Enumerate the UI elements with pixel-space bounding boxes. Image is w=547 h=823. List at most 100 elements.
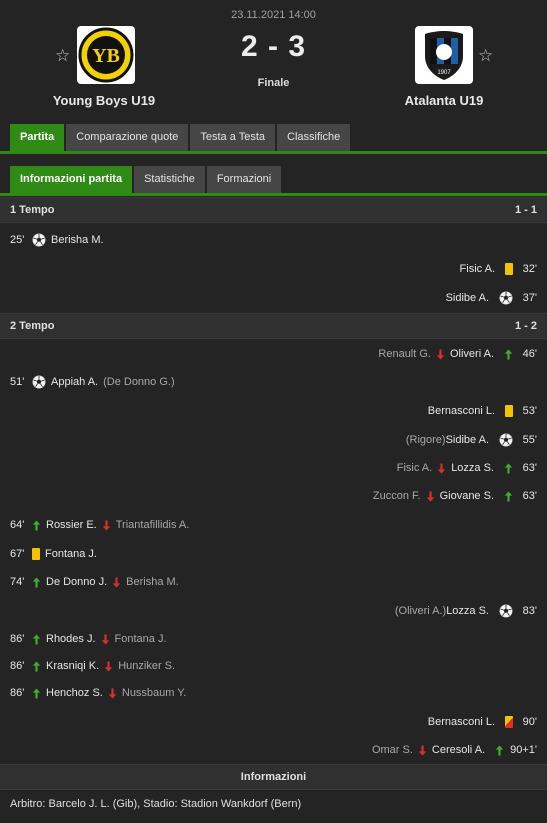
sub-in-arrow-up-icon (495, 745, 504, 755)
event-row: Fisic A. 32' (0, 259, 547, 279)
event-minute: 90+1' (510, 744, 537, 756)
period-score: 1 - 1 (514, 204, 537, 216)
sub-out-arrow-down-icon (437, 463, 446, 473)
event-content: (Oliveri A.) Lozza S. 83' (395, 601, 537, 621)
sub-out-arrow-down-icon (426, 491, 434, 501)
event-player-out[interactable]: Hunziker S. (118, 656, 175, 676)
event-player[interactable]: Sidibe A. (446, 288, 489, 308)
event-content: 64' Rossier E. Triantafillidis A. (10, 515, 189, 535)
event-player[interactable]: Rhodes J. (46, 629, 96, 649)
event-minute: 90' (522, 716, 537, 728)
period-label: 1 Tempo (10, 204, 55, 216)
event-player[interactable]: Rossier E. (46, 515, 97, 535)
sub-out-arrow-down-icon (101, 634, 109, 644)
sub-in-arrow-up-icon (32, 661, 41, 671)
sub-out-arrow-down-icon (102, 520, 111, 530)
event-content: Renault G. Oliveri A. 46' (378, 344, 537, 364)
main-tabs-underline (0, 151, 547, 154)
sub-out-arrow-down-icon (108, 688, 117, 698)
tab-partita[interactable]: Partita (10, 124, 65, 151)
event-row: 86' Henchoz S. Nussbaum Y. (0, 683, 547, 703)
tab-testa-a-testa[interactable]: Testa a Testa (190, 124, 275, 151)
event-minute: 63' (522, 462, 537, 474)
event-note: (Rigore) (405, 434, 446, 446)
event-player-out[interactable]: Fontana J. (115, 629, 167, 649)
favorite-away-star-icon[interactable]: ☆ (478, 46, 493, 66)
event-minute: 37' (522, 292, 537, 304)
event-minute: 53' (522, 405, 537, 417)
event-player[interactable]: Krasniqi K. (46, 656, 99, 676)
event-minute: 64' (10, 519, 25, 531)
period-header: 1 Tempo 1 - 1 (0, 197, 547, 223)
event-player[interactable]: Lozza S. (446, 601, 489, 621)
event-player[interactable]: Berisha M. (51, 230, 104, 250)
event-player[interactable]: Bernasconi L. (428, 712, 495, 732)
event-content: Fisic A. Lozza S. 63' (397, 458, 537, 478)
referee-stadium-info: Arbitro: Barcelo J. L. (Gib), Stadio: St… (10, 798, 302, 810)
goal-ball-icon (499, 604, 513, 618)
yellow-card-icon (505, 405, 513, 417)
atalanta-crest-icon: 1907 (425, 31, 463, 80)
period-header: 2 Tempo 1 - 2 (0, 313, 547, 339)
event-content: Fisic A. 32' (460, 259, 537, 279)
event-row: Renault G. Oliveri A. 46' (0, 344, 547, 364)
event-player[interactable]: De Donno J. (46, 572, 107, 592)
period-label: 2 Tempo (10, 320, 55, 332)
event-row: 64' Rossier E. Triantafillidis A. (0, 515, 547, 535)
sub-tabs: Informazioni partita Statistiche Formazi… (10, 166, 282, 193)
event-minute: 67' (10, 548, 25, 560)
away-team-name[interactable]: Atalanta U19 (354, 93, 534, 108)
event-row: Fisic A. Lozza S. 63' (0, 458, 547, 478)
event-content: 86' Krasniqi K. Hunziker S. (10, 656, 175, 676)
event-row: Sidibe A. 37' (0, 288, 547, 308)
main-tabs: Partita Comparazione quote Testa a Testa… (10, 124, 351, 151)
event-player[interactable]: Appiah A. (51, 372, 98, 392)
goal-ball-icon (499, 433, 513, 447)
event-player[interactable]: Oliveri A. (450, 344, 494, 364)
goal-ball-icon (499, 291, 513, 305)
event-player[interactable]: Fontana J. (45, 544, 97, 564)
tab-classifiche[interactable]: Classifiche (277, 124, 351, 151)
event-row: Zuccon F. Giovane S. 63' (0, 486, 547, 506)
event-minute: 86' (10, 687, 25, 699)
event-player[interactable]: Fisic A. (460, 259, 495, 279)
period-score: 1 - 2 (514, 320, 537, 332)
event-player-out[interactable]: Nussbaum Y. (122, 683, 186, 703)
event-player[interactable]: Giovane S. (440, 486, 494, 506)
goal-ball-icon (32, 375, 46, 389)
tab-comparazione-quote[interactable]: Comparazione quote (66, 124, 189, 151)
event-minute: 51' (10, 376, 25, 388)
away-team-logo[interactable]: 1907 (415, 26, 473, 84)
event-content: 74' De Donno J. Berisha M. (10, 572, 179, 592)
event-player[interactable]: Bernasconi L. (428, 401, 495, 421)
sub-in-arrow-up-icon (32, 577, 41, 587)
match-header: 23.11.2021 14:00 ☆ YB Young Boys U19 2 -… (0, 0, 547, 116)
event-player-out[interactable]: Triantafillidis A. (116, 515, 190, 535)
event-player-out[interactable]: Renault G. (378, 344, 431, 364)
event-row: 74' De Donno J. Berisha M. (0, 572, 547, 592)
event-player[interactable]: Ceresoli A. (432, 740, 485, 760)
event-player-out[interactable]: Omar S. (372, 740, 413, 760)
event-note: (De Donno G.) (103, 376, 175, 388)
event-player-out[interactable]: Berisha M. (126, 572, 179, 592)
event-content: 86' Henchoz S. Nussbaum Y. (10, 683, 186, 703)
event-player[interactable]: Lozza S. (451, 458, 494, 478)
event-player[interactable]: Sidibe A. (446, 430, 489, 450)
sub-tabs-underline (0, 193, 547, 196)
event-player[interactable]: Henchoz S. (46, 683, 103, 703)
sub-out-arrow-down-icon (104, 661, 113, 671)
tab-informazioni-partita[interactable]: Informazioni partita (10, 166, 133, 193)
event-player-out[interactable]: Zuccon F. (373, 486, 421, 506)
tab-formazioni[interactable]: Formazioni (206, 166, 282, 193)
event-content: Bernasconi L. 53' (428, 401, 537, 421)
event-row: Bernasconi L. 53' (0, 401, 547, 421)
event-minute: 46' (522, 348, 537, 360)
event-minute: 55' (522, 434, 537, 446)
tab-statistiche[interactable]: Statistiche (134, 166, 205, 193)
event-content: Sidibe A. 37' (446, 288, 537, 308)
event-row: 51' Appiah A. (De Donno G.) (0, 372, 547, 392)
event-row: 25' Berisha M. (0, 230, 547, 250)
event-player-out[interactable]: Fisic A. (397, 458, 432, 478)
home-team-name[interactable]: Young Boys U19 (14, 93, 194, 108)
event-row: 67' Fontana J. (0, 544, 547, 564)
